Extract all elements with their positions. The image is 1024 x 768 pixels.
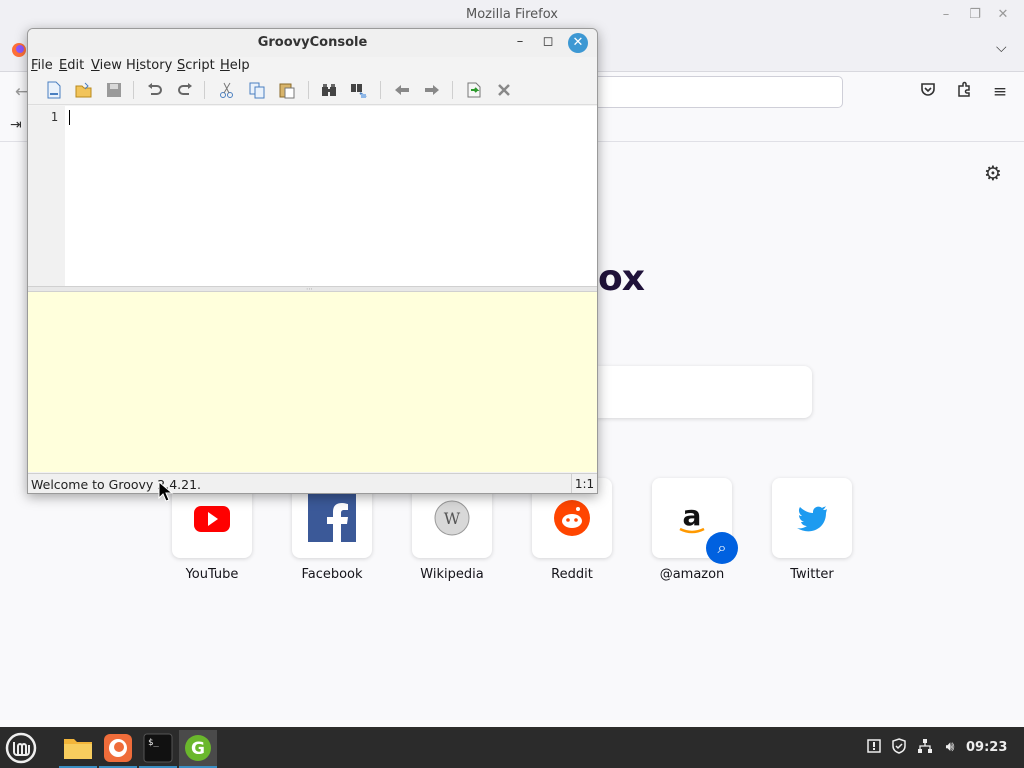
cut-icon[interactable] xyxy=(218,81,236,99)
volume-icon[interactable]: 🔊︎ xyxy=(941,738,959,756)
firefox-restore-button[interactable]: ❐ xyxy=(966,6,984,24)
firefox-window-title: Mozilla Firefox xyxy=(466,7,558,22)
menu-mnemonic: V xyxy=(91,58,100,73)
menu-edit[interactable]: Edit xyxy=(59,57,84,75)
firefox-titlebar: Mozilla Firefox – ❐ ✕ xyxy=(0,0,1024,30)
shortcut-label: Twitter xyxy=(790,567,834,582)
menu-mnemonic: H xyxy=(220,58,230,73)
files-icon xyxy=(64,739,92,759)
shortcut-label: Facebook xyxy=(301,567,363,582)
toolbar-separator xyxy=(380,81,381,99)
update-shield-icon[interactable] xyxy=(890,738,908,756)
url-bar[interactable] xyxy=(596,76,843,108)
menu-mnemonic: S xyxy=(177,58,186,73)
save-icon[interactable] xyxy=(105,81,123,99)
shortcut-label: YouTube xyxy=(185,567,239,582)
firefox-close-button[interactable]: ✕ xyxy=(994,6,1012,24)
close-button[interactable]: ✕ xyxy=(568,33,588,53)
copy-icon[interactable] xyxy=(248,81,266,99)
notifications-icon[interactable] xyxy=(865,738,883,756)
line-number-gutter: 1 xyxy=(28,106,65,286)
replace-icon[interactable] xyxy=(350,81,368,99)
menu-file[interactable]: File xyxy=(31,57,53,75)
svg-text:$_: $_ xyxy=(148,738,159,748)
taskbar: $_ G 🔊︎ 09:23 xyxy=(0,727,1024,768)
maximize-button[interactable]: ◻ xyxy=(539,33,557,51)
undo-icon[interactable] xyxy=(146,81,164,99)
script-editor[interactable]: 1 xyxy=(28,106,597,286)
hamburger-menu-icon[interactable]: ≡ xyxy=(988,80,1012,104)
svg-text:G: G xyxy=(191,739,205,759)
redo-icon[interactable] xyxy=(176,81,194,99)
toolbar-separator xyxy=(308,81,309,99)
amazon-icon: a xyxy=(679,499,705,534)
firefox-wordmark: ox xyxy=(598,258,645,299)
shortcut-twitter[interactable]: Twitter xyxy=(772,478,852,582)
new-file-icon[interactable] xyxy=(45,81,63,99)
groovyconsole-titlebar[interactable]: GroovyConsole – ◻ ✕ xyxy=(28,29,597,57)
groovyconsole-window: GroovyConsole – ◻ ✕ File Edit View Histo… xyxy=(27,28,598,494)
output-pane[interactable] xyxy=(28,292,597,472)
taskbar-groovyconsole[interactable]: G xyxy=(179,730,217,768)
line-number: 1 xyxy=(50,110,58,124)
shortcut-label: Wikipedia xyxy=(420,567,484,582)
caret-position: 1:1 xyxy=(571,474,597,493)
search-badge-icon: ⌕ xyxy=(706,532,738,564)
svg-text:a: a xyxy=(683,499,702,532)
taskbar-files[interactable] xyxy=(59,730,97,768)
mouse-pointer-icon xyxy=(158,481,174,502)
facebook-icon xyxy=(308,494,356,542)
toolbar-separator xyxy=(452,81,453,99)
open-file-icon[interactable] xyxy=(75,81,93,99)
shortcut-label: Reddit xyxy=(551,567,593,582)
menu-view[interactable]: View xyxy=(91,57,122,75)
next-history-icon[interactable] xyxy=(423,81,441,99)
toolbar-separator xyxy=(133,81,134,99)
mint-menu-icon[interactable] xyxy=(4,731,38,765)
clock[interactable]: 09:23 xyxy=(966,740,1007,755)
menu-mnemonic: E xyxy=(59,58,68,73)
firefox-minimize-button[interactable]: – xyxy=(937,6,955,24)
wikipedia-icon: W xyxy=(434,500,470,536)
shortcut-label: @amazon xyxy=(659,567,725,582)
status-bar: Welcome to Groovy 2.4.21. 1:1 xyxy=(28,473,597,493)
pocket-icon[interactable] xyxy=(916,80,940,104)
twitter-icon xyxy=(797,506,827,532)
reddit-icon xyxy=(554,500,590,536)
interrupt-icon[interactable] xyxy=(495,81,513,99)
minimize-button[interactable]: – xyxy=(511,33,529,51)
firefox-icon xyxy=(104,734,132,762)
sign-in-icon[interactable]: ⇥ xyxy=(10,117,22,133)
menu-help[interactable]: Help xyxy=(220,57,250,75)
paste-icon[interactable] xyxy=(278,81,296,99)
divider-grip-icon[interactable]: ⋯ xyxy=(306,286,313,293)
toolbar xyxy=(28,75,597,105)
shortcut-amazon[interactable]: a ⌕ @amazon xyxy=(652,478,738,582)
menu-mnemonic: F xyxy=(31,58,38,73)
run-script-icon[interactable] xyxy=(465,81,483,99)
menu-history[interactable]: History xyxy=(126,57,172,75)
menu-bar: File Edit View History Script Help xyxy=(28,57,597,75)
toolbar-separator xyxy=(204,81,205,99)
taskbar-terminal[interactable]: $_ xyxy=(139,730,177,768)
newtab-search-box[interactable] xyxy=(597,366,812,418)
extensions-icon[interactable] xyxy=(952,80,976,104)
menu-mnemonic: i xyxy=(135,58,140,73)
list-tabs-chevron-icon[interactable]: ⌵ xyxy=(996,40,1007,56)
firefox-tab-icon xyxy=(12,43,26,57)
previous-history-icon[interactable] xyxy=(393,81,411,99)
settings-gear-icon[interactable]: ⚙ xyxy=(980,160,1006,186)
status-message: Welcome to Groovy 2.4.21. xyxy=(31,477,202,492)
terminal-icon: $_ xyxy=(143,733,173,763)
find-icon[interactable] xyxy=(320,81,338,99)
menu-script[interactable]: Script xyxy=(177,57,215,75)
youtube-icon xyxy=(194,506,230,532)
text-caret xyxy=(69,110,70,125)
taskbar-firefox[interactable] xyxy=(99,730,137,768)
svg-text:W: W xyxy=(444,509,461,528)
groovy-icon: G xyxy=(185,735,211,761)
network-icon[interactable] xyxy=(916,738,934,756)
